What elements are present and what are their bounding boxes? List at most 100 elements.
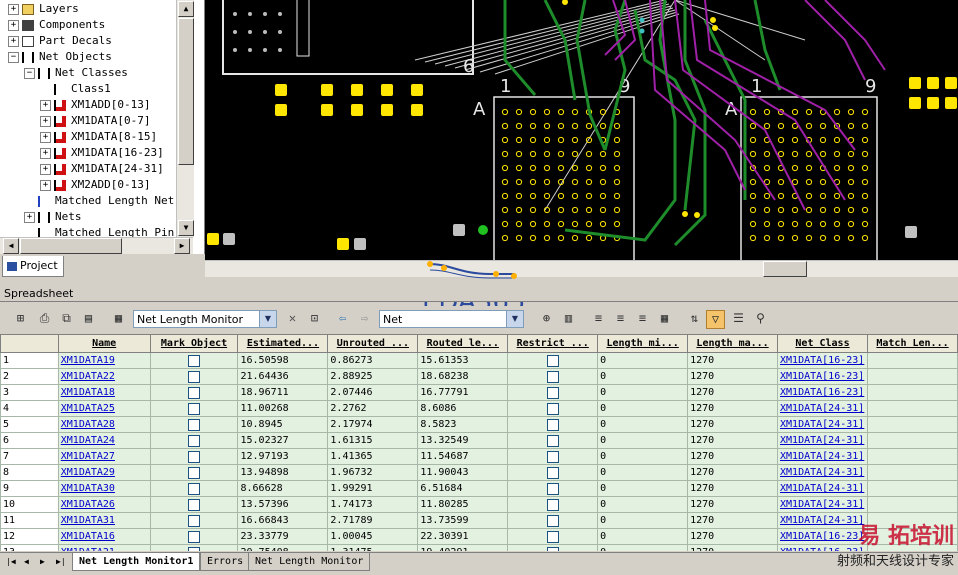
column-header[interactable]: Estimated...: [237, 334, 329, 353]
monitor-select[interactable]: Net Length Monitor ▼: [133, 310, 277, 328]
checkbox[interactable]: [188, 418, 201, 431]
checkbox[interactable]: [546, 354, 559, 367]
new-sheet-icon[interactable]: ⊡: [306, 310, 323, 327]
tree-item[interactable]: + XM1DATA[0-7]: [40, 113, 150, 129]
checkbox[interactable]: [188, 466, 201, 479]
tab-net-length-monitor1[interactable]: Net Length Monitor1: [72, 553, 201, 571]
table-row[interactable]: 2 XM1DATA22 21.64436 2.88925 18.68238 0 1270 XM…: [0, 368, 958, 385]
net-class-link[interactable]: XM1DATA[24-31]: [777, 448, 868, 465]
column-header[interactable]: Length ma...: [687, 334, 779, 353]
net-class-link[interactable]: XM1DATA[24-31]: [777, 480, 868, 497]
checkbox[interactable]: [546, 514, 559, 527]
expand-icon[interactable]: +: [40, 147, 51, 159]
tree-item[interactable]: − Net Classes: [24, 65, 128, 81]
net-name-link[interactable]: XM1DATA22: [57, 368, 151, 385]
column-header[interactable]: [0, 334, 59, 353]
tree-item[interactable]: Class1: [40, 81, 111, 97]
first-sheet-icon[interactable]: |◀: [6, 557, 16, 566]
net-class-link[interactable]: XM1DATA[24-31]: [777, 464, 868, 481]
filter-icon[interactable]: ▽: [706, 310, 725, 329]
tree-item[interactable]: + XM1DATA[16-23]: [40, 145, 164, 161]
checkbox[interactable]: [546, 530, 559, 543]
scroll-right-icon[interactable]: ▶: [174, 238, 190, 254]
column-header[interactable]: Net Class: [777, 334, 868, 353]
tree-item[interactable]: Matched Length Net: [24, 193, 174, 209]
table-row[interactable]: 3 XM1DATA18 18.96711 2.07446 16.77791 0 1270 XM…: [0, 384, 958, 401]
scroll-down-icon[interactable]: ▼: [178, 220, 194, 236]
tree-item[interactable]: + Part Decals: [8, 33, 112, 49]
column-header[interactable]: Mark Object: [149, 334, 239, 353]
canvas-horizontal-scrollbar[interactable]: [205, 260, 958, 277]
table-row[interactable]: 13XM1DATA2120.754081.3147519.4029101270X…: [0, 544, 958, 551]
chevron-down-icon[interactable]: ▼: [259, 311, 276, 327]
scroll-up-icon[interactable]: ▲: [178, 1, 194, 17]
net-name-link[interactable]: XM1DATA27: [57, 448, 151, 465]
checkbox[interactable]: [546, 546, 559, 551]
checkbox[interactable]: [188, 450, 201, 463]
next-sheet-icon[interactable]: ▶: [40, 557, 45, 566]
checkbox[interactable]: [546, 370, 559, 383]
checkbox[interactable]: [188, 402, 201, 415]
checkbox[interactable]: [546, 418, 559, 431]
add-column-icon[interactable]: ⊕: [538, 310, 555, 327]
checkbox[interactable]: [546, 482, 559, 495]
net-class-link[interactable]: XM1DATA[16-23]: [777, 368, 868, 385]
checkbox[interactable]: [188, 514, 201, 527]
tree-item[interactable]: + XM1DATA[24-31]: [40, 161, 164, 177]
checkbox[interactable]: [188, 434, 201, 447]
expand-icon[interactable]: +: [8, 3, 19, 15]
net-name-link[interactable]: XM1DATA29: [57, 464, 151, 481]
net-name-link[interactable]: XM1DATA31: [57, 512, 151, 529]
expand-icon[interactable]: +: [40, 131, 51, 143]
column-header[interactable]: Routed le...: [417, 334, 509, 353]
net-class-link[interactable]: XM1DATA[24-31]: [777, 496, 868, 513]
scroll-thumb[interactable]: [178, 18, 194, 165]
column-settings-icon[interactable]: ☰: [730, 310, 747, 327]
chevron-down-icon[interactable]: ▼: [506, 311, 523, 327]
tree-item[interactable]: + XM1ADD[0-13]: [40, 97, 150, 113]
column-header[interactable]: Restrict ...: [507, 334, 599, 353]
print-icon[interactable]: ⎙: [36, 310, 53, 327]
paste-icon[interactable]: ▤: [80, 310, 97, 327]
expand-icon[interactable]: +: [40, 115, 51, 127]
align-left-icon[interactable]: ≡: [590, 310, 607, 327]
tree-item[interactable]: + Nets: [24, 209, 82, 225]
table-row[interactable]: 9 XM1DATA30 8.66628 1.99291 6.51684 0 1270 XM1D…: [0, 480, 958, 497]
collapse-icon[interactable]: −: [8, 51, 19, 63]
tree-item[interactable]: + Layers: [8, 1, 79, 17]
checkbox[interactable]: [546, 402, 559, 415]
net-class-link[interactable]: XM1DATA[24-31]: [777, 416, 868, 433]
column-header[interactable]: Unrouted ...: [327, 334, 419, 353]
scroll-left-icon[interactable]: ◀: [3, 238, 19, 254]
tab-net-length-monitor[interactable]: Net Length Monitor: [248, 553, 371, 571]
column-header[interactable]: Length mi...: [597, 334, 689, 353]
collapse-icon[interactable]: −: [24, 67, 35, 79]
net-name-link[interactable]: XM1DATA16: [57, 528, 151, 545]
scroll-thumb[interactable]: [763, 261, 807, 277]
checkbox[interactable]: [188, 354, 201, 367]
checkbox[interactable]: [188, 498, 201, 511]
tree-vertical-scrollbar[interactable]: ▲ ▼: [176, 0, 194, 237]
checkbox[interactable]: [188, 530, 201, 543]
tree-item[interactable]: + XM1DATA[8-15]: [40, 129, 157, 145]
net-name-link[interactable]: XM1DATA19: [57, 352, 151, 369]
filter-select[interactable]: Net ▼: [379, 310, 524, 328]
expand-icon[interactable]: +: [40, 179, 51, 191]
tree-item[interactable]: − Net Objects: [8, 49, 112, 65]
last-sheet-icon[interactable]: ▶|: [56, 557, 66, 566]
net-class-link[interactable]: XM1DATA[16-23]: [777, 352, 868, 369]
table-row[interactable]: 6 XM1DATA24 15.02327 1.61315 13.32549 0 1270 XM…: [0, 432, 958, 449]
net-name-link[interactable]: XM1DATA26: [57, 496, 151, 513]
net-name-link[interactable]: XM1DATA25: [57, 400, 151, 417]
scroll-thumb[interactable]: [20, 238, 122, 254]
sort-icon[interactable]: ⇅: [686, 310, 703, 327]
net-class-link[interactable]: XM1DATA[24-31]: [777, 432, 868, 449]
expand-icon[interactable]: +: [40, 99, 51, 111]
tree-item[interactable]: + Components: [8, 17, 105, 33]
checkbox[interactable]: [546, 450, 559, 463]
table-row[interactable]: 12 XM1DATA16 23.33779 1.00045 22.30391 0 1270 X…: [0, 528, 958, 545]
checkbox[interactable]: [188, 370, 201, 383]
grid-icon[interactable]: ▦: [656, 310, 673, 327]
table-row[interactable]: 1 XM1DATA19 16.50598 0.86273 15.61353 0 1270 XM…: [0, 352, 958, 369]
tree-item[interactable]: + XM2ADD[0-13]: [40, 177, 150, 193]
